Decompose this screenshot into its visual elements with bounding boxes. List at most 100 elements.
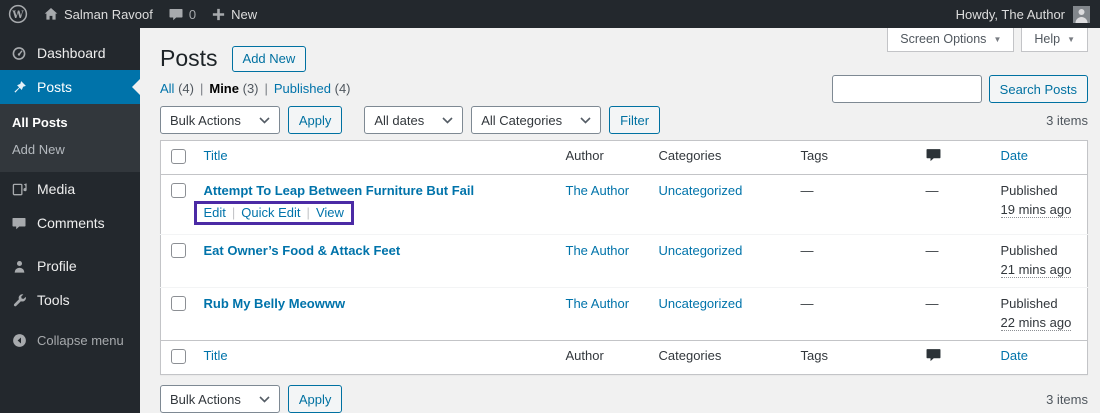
sidebar-label-comments: Comments — [37, 215, 105, 231]
category-link[interactable]: Uncategorized — [659, 183, 743, 198]
chevron-down-icon: ▼ — [1067, 34, 1075, 44]
view-all-link[interactable]: All (4) — [160, 81, 194, 96]
comments-empty-value: — — [925, 296, 939, 311]
table-footer-row: Title Author Categories Tags Date — [160, 340, 1088, 375]
dashboard-icon — [10, 45, 28, 61]
wordpress-logo-icon: W — [8, 4, 28, 24]
search-posts-button[interactable]: Search Posts — [988, 75, 1088, 103]
home-icon — [44, 7, 58, 21]
sidebar-label-media: Media — [37, 181, 76, 197]
select-all-checkbox[interactable] — [171, 349, 186, 364]
pushpin-icon — [10, 79, 28, 95]
categories-column-header: Categories — [648, 140, 791, 175]
sidebar-item-tools[interactable]: Tools — [0, 283, 140, 317]
comments-column-icon[interactable] — [926, 348, 981, 362]
sidebar-item-dashboard[interactable]: Dashboard — [0, 36, 140, 70]
help-button[interactable]: Help ▼ — [1021, 28, 1088, 52]
view-published-link[interactable]: Published (4) — [274, 81, 351, 96]
avatar — [1073, 5, 1090, 23]
search-box: Search Posts — [831, 75, 1088, 103]
table-row: Eat Owner’s Food & Attack Feet The Autho… — [160, 234, 1088, 288]
chevron-down-icon — [259, 395, 270, 403]
chevron-down-icon — [442, 116, 453, 124]
category-link[interactable]: Uncategorized — [659, 296, 743, 311]
view-mine-current[interactable]: Mine (3) — [209, 81, 258, 96]
edit-link[interactable]: Edit — [204, 205, 226, 220]
tags-column-header: Tags — [790, 140, 916, 175]
screen-meta-links: Screen Options ▼ Help ▼ — [887, 28, 1088, 52]
author-column-header: Author — [555, 140, 649, 175]
sidebar-label-posts: Posts — [37, 79, 73, 95]
site-menu[interactable]: Salman Ravoof — [44, 7, 153, 22]
add-new-button[interactable]: Add New — [231, 45, 307, 72]
all-categories-select[interactable]: All Categories — [471, 106, 602, 134]
all-dates-select[interactable]: All dates — [364, 106, 464, 134]
wordpress-logo-icon[interactable]: W — [8, 4, 28, 24]
author-link[interactable]: The Author — [566, 243, 630, 258]
collapse-menu-label: Collapse menu — [37, 332, 124, 348]
search-input[interactable] — [831, 75, 982, 103]
row-checkbox[interactable] — [171, 243, 186, 258]
author-link[interactable]: The Author — [566, 183, 630, 198]
tags-empty-value: — — [800, 296, 814, 311]
new-label: New — [231, 6, 258, 22]
author-link[interactable]: The Author — [566, 296, 630, 311]
comments-column-icon[interactable] — [926, 148, 981, 162]
items-count-bottom: 3 items — [1046, 391, 1088, 407]
post-title-link[interactable]: Eat Owner’s Food & Attack Feet — [204, 243, 401, 258]
menu-separator — [0, 240, 140, 249]
row-checkbox[interactable] — [171, 183, 186, 198]
comments-empty-value: — — [925, 243, 939, 258]
collapse-menu-button[interactable]: Collapse menu — [0, 323, 140, 357]
bulk-actions-select-bottom[interactable]: Bulk Actions — [160, 385, 280, 413]
row-actions-highlight-box: Edit | Quick Edit | View — [193, 201, 354, 225]
sort-date-header[interactable]: Date — [1001, 148, 1028, 163]
sidebar-label-tools: Tools — [37, 292, 70, 308]
howdy-menu[interactable]: Howdy, The Author — [956, 5, 1090, 23]
admin-bar-right: Howdy, The Author — [956, 5, 1090, 23]
author-column-header: Author — [555, 340, 649, 375]
admin-bar: W Salman Ravoof 0 New Howdy, The Author — [0, 0, 1100, 28]
tablenav-bottom: Bulk Actions Apply 3 items — [160, 385, 1088, 413]
post-date: 22 mins ago — [1000, 315, 1072, 331]
row-checkbox[interactable] — [171, 296, 186, 311]
admin-comments-count: 0 — [188, 6, 197, 22]
table-row: Attempt To Leap Between Furniture But Fa… — [161, 175, 1088, 235]
post-status: Published — [1000, 243, 1058, 258]
categories-column-header: Categories — [648, 340, 791, 375]
page-title: Posts — [160, 45, 218, 71]
tags-empty-value: — — [800, 243, 814, 258]
category-link[interactable]: Uncategorized — [659, 243, 743, 258]
sidebar-label-profile: Profile — [37, 258, 77, 274]
tags-column-header: Tags — [790, 340, 916, 375]
sidebar-item-comments[interactable]: Comments — [0, 206, 140, 240]
new-menu[interactable]: New — [212, 7, 257, 22]
main-content: Screen Options ▼ Help ▼ Search Posts Pos… — [140, 28, 1100, 413]
bulk-actions-select[interactable]: Bulk Actions — [160, 106, 280, 134]
items-count: 3 items — [1046, 112, 1088, 128]
sidebar-item-media[interactable]: Media — [0, 172, 140, 206]
sort-date-header[interactable]: Date — [1001, 348, 1028, 363]
view-link[interactable]: View — [316, 205, 344, 220]
sort-title-header[interactable]: Title — [204, 348, 228, 363]
sidebar-item-posts[interactable]: Posts — [0, 70, 140, 104]
table-row: Rub My Belly Meowww The Author Uncategor… — [160, 287, 1088, 341]
quick-edit-link[interactable]: Quick Edit — [241, 205, 300, 220]
post-status: Published — [1000, 296, 1058, 311]
sidebar-item-profile[interactable]: Profile — [0, 249, 140, 283]
post-title-link[interactable]: Rub My Belly Meowww — [204, 296, 346, 311]
posts-submenu: All Posts Add New — [0, 104, 140, 172]
sidebar-item-add-new[interactable]: Add New — [0, 136, 140, 163]
comments-menu[interactable]: 0 — [169, 7, 196, 22]
post-title-link[interactable]: Attempt To Leap Between Furniture But Fa… — [204, 183, 475, 198]
filter-button[interactable]: Filter — [609, 106, 661, 134]
chevron-down-icon — [580, 116, 591, 124]
sidebar-label-dashboard: Dashboard — [37, 45, 106, 61]
sidebar-item-all-posts[interactable]: All Posts — [0, 109, 140, 136]
screen-options-button[interactable]: Screen Options ▼ — [887, 28, 1015, 52]
apply-button-bottom[interactable]: Apply — [287, 385, 343, 413]
apply-button[interactable]: Apply — [287, 106, 343, 134]
sort-title-header[interactable]: Title — [204, 148, 228, 163]
select-all-checkbox[interactable] — [171, 149, 186, 164]
media-icon — [10, 181, 28, 197]
